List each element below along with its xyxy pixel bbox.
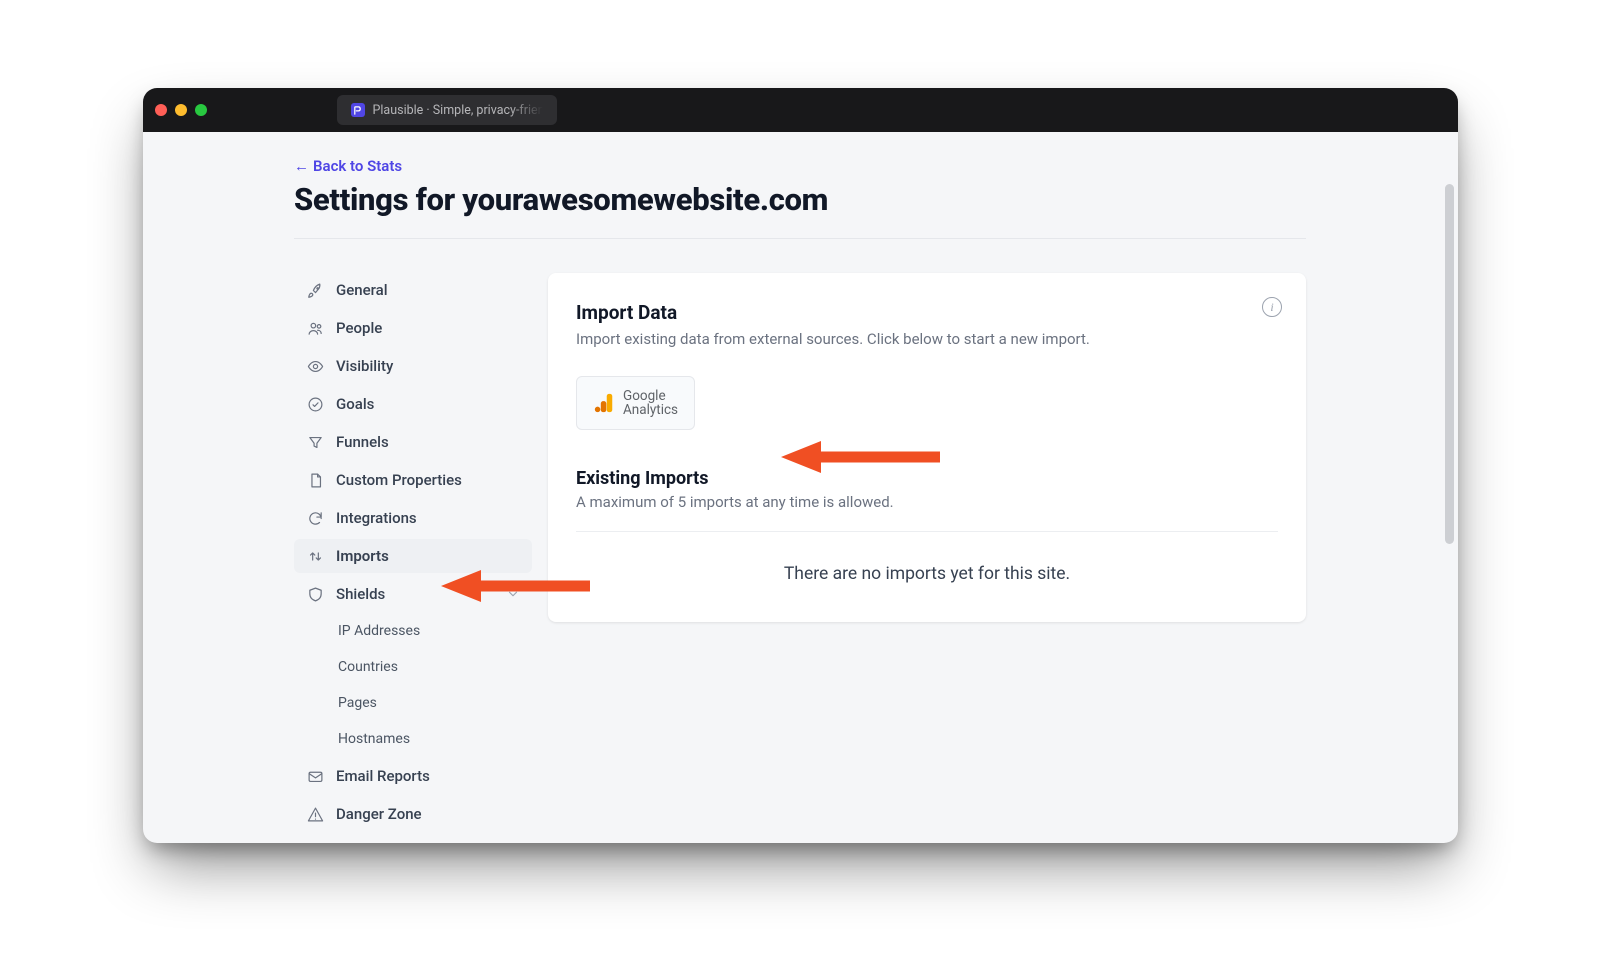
- sidebar-item-integrations[interactable]: Integrations: [294, 501, 532, 535]
- tab-title: Plausible · Simple, privacy-frien: [373, 103, 543, 118]
- sidebar-item-funnels[interactable]: Funnels: [294, 425, 532, 459]
- titlebar: Plausible · Simple, privacy-frien: [143, 88, 1458, 132]
- plausible-favicon: [351, 103, 365, 117]
- arrow-left-icon: ←: [294, 157, 309, 175]
- arrows-updown-icon: [306, 547, 324, 565]
- shield-icon: [306, 585, 324, 603]
- eye-icon: [306, 357, 324, 375]
- sidebar-item-email-reports[interactable]: Email Reports: [294, 759, 532, 793]
- document-icon: [306, 471, 324, 489]
- divider: [294, 238, 1306, 239]
- funnel-icon: [306, 433, 324, 451]
- traffic-lights: [155, 104, 207, 116]
- sidebar-item-custom-properties[interactable]: Custom Properties: [294, 463, 532, 497]
- existing-imports-description: A maximum of 5 imports at any time is al…: [576, 493, 1278, 511]
- sidebar-label: Email Reports: [336, 767, 430, 785]
- sidebar-sub-ip-addresses[interactable]: IP Addresses: [294, 615, 532, 647]
- back-to-stats-link[interactable]: ← Back to Stats: [294, 157, 402, 175]
- import-description: Import existing data from external sourc…: [576, 330, 1278, 348]
- sidebar-item-general[interactable]: General: [294, 273, 532, 307]
- sidebar-sub-pages[interactable]: Pages: [294, 687, 532, 719]
- sidebar-label: Danger Zone: [336, 805, 422, 823]
- settings-sidebar: General People Visibility Goals: [294, 273, 532, 835]
- sidebar-label: Shields: [336, 585, 385, 603]
- sidebar-item-shields[interactable]: Shields: [294, 577, 532, 611]
- warning-icon: [306, 805, 324, 823]
- sidebar-label: Funnels: [336, 433, 389, 451]
- empty-imports-message: There are no imports yet for this site.: [576, 532, 1278, 588]
- people-icon: [306, 319, 324, 337]
- app-window: Plausible · Simple, privacy-frien ← Back…: [143, 88, 1458, 843]
- minimize-window-button[interactable]: [175, 104, 187, 116]
- sidebar-item-visibility[interactable]: Visibility: [294, 349, 532, 383]
- chevron-down-icon: [506, 587, 520, 601]
- google-analytics-icon: [593, 392, 615, 414]
- sidebar-item-danger-zone[interactable]: Danger Zone: [294, 797, 532, 831]
- main-content: i Import Data Import existing data from …: [548, 273, 1306, 835]
- sidebar-label: Integrations: [336, 509, 417, 527]
- sidebar-label: Goals: [336, 395, 374, 413]
- rocket-icon: [306, 281, 324, 299]
- google-analytics-label: Google Analytics: [623, 389, 678, 417]
- sidebar-item-imports[interactable]: Imports: [294, 539, 532, 573]
- maximize-window-button[interactable]: [195, 104, 207, 116]
- check-circle-icon: [306, 395, 324, 413]
- content-area: ← Back to Stats Settings for yourawesome…: [143, 132, 1458, 843]
- sidebar-label: Imports: [336, 547, 389, 565]
- import-title: Import Data: [576, 301, 1278, 324]
- import-card: i Import Data Import existing data from …: [548, 273, 1306, 622]
- sidebar-label: Custom Properties: [336, 471, 462, 489]
- scrollbar[interactable]: [1445, 184, 1454, 544]
- sidebar-sub-countries[interactable]: Countries: [294, 651, 532, 683]
- browser-tab[interactable]: Plausible · Simple, privacy-frien: [337, 95, 557, 125]
- existing-imports-title: Existing Imports: [576, 468, 1278, 489]
- mail-icon: [306, 767, 324, 785]
- refresh-icon: [306, 509, 324, 527]
- sidebar-label: Visibility: [336, 357, 393, 375]
- google-analytics-import-button[interactable]: Google Analytics: [576, 376, 695, 430]
- close-window-button[interactable]: [155, 104, 167, 116]
- page-title: Settings for yourawesomewebsite.com: [294, 181, 1306, 218]
- back-label: Back to Stats: [313, 157, 402, 175]
- sidebar-sub-hostnames[interactable]: Hostnames: [294, 723, 532, 755]
- sidebar-item-goals[interactable]: Goals: [294, 387, 532, 421]
- sidebar-item-people[interactable]: People: [294, 311, 532, 345]
- info-button[interactable]: i: [1262, 297, 1282, 317]
- sidebar-label: General: [336, 281, 388, 299]
- sidebar-label: People: [336, 319, 382, 337]
